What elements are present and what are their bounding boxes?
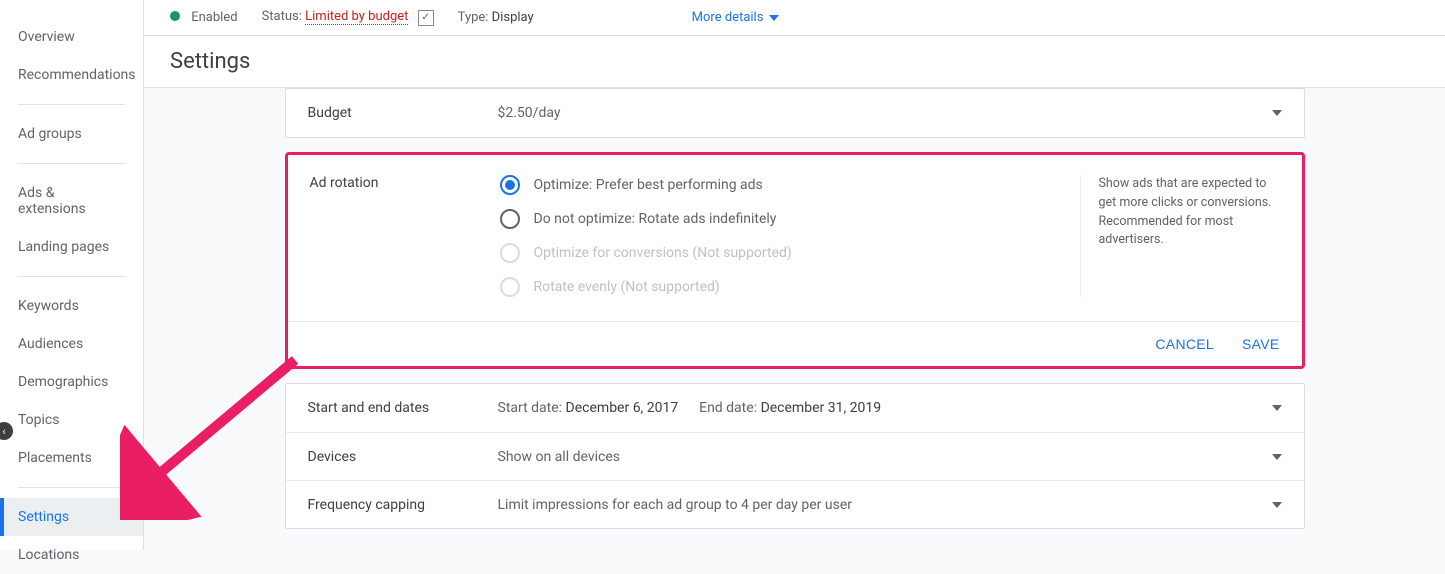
- chevron-down-icon: [769, 15, 779, 21]
- sidebar-item-overview[interactable]: Overview: [0, 18, 143, 56]
- status-enabled[interactable]: Enabled: [170, 10, 238, 25]
- ad-rotation-help: Show ads that are expected to get more c…: [1080, 175, 1280, 297]
- sidebar-item-locations[interactable]: Locations: [0, 536, 143, 574]
- end-date-label: End date:: [699, 400, 757, 416]
- sidebar-item-landing-pages[interactable]: Landing pages: [0, 228, 143, 266]
- more-details-label: More details: [692, 10, 764, 25]
- sidebar-item-keywords[interactable]: Keywords: [0, 287, 143, 325]
- sidebar-separator: [18, 163, 125, 164]
- ad-rotation-help-text: Show ads that are expected to get more c…: [1099, 176, 1272, 247]
- ad-rotation-title: Ad rotation: [310, 175, 500, 297]
- additional-settings-panel: Start and end dates Start date: December…: [285, 383, 1305, 529]
- budget-panel[interactable]: Budget $2.50/day: [285, 88, 1305, 138]
- page-title-text: Settings: [170, 49, 250, 74]
- save-button[interactable]: SAVE: [1242, 336, 1280, 352]
- dates-title: Start and end dates: [308, 400, 498, 416]
- start-date-label: Start date:: [498, 400, 563, 416]
- sidebar-item-audiences[interactable]: Audiences: [0, 325, 143, 363]
- chevron-down-icon: [1272, 405, 1282, 411]
- enabled-dot-icon: [170, 11, 180, 21]
- chevron-down-icon: [1272, 454, 1282, 460]
- chevron-down-icon: [1272, 502, 1282, 508]
- sidebar-separator: [18, 487, 125, 488]
- frequency-value: Limit impressions for each ad group to 4…: [498, 497, 1282, 513]
- content-area: Budget $2.50/day Ad rotation Optimize: P…: [144, 88, 1445, 550]
- option-do-not-optimize[interactable]: Do not optimize: Rotate ads indefinitely: [500, 209, 1080, 229]
- budget-title: Budget: [308, 105, 498, 121]
- status-value[interactable]: Limited by budget: [305, 9, 408, 25]
- enabled-label: Enabled: [191, 10, 237, 25]
- option-rotate-evenly: Rotate evenly (Not supported): [500, 277, 1080, 297]
- sidebar-separator: [18, 276, 125, 277]
- sidebar-item-placements[interactable]: Placements: [0, 439, 143, 477]
- type-value: Display: [492, 10, 534, 25]
- type-label: Type:: [458, 10, 489, 25]
- option-label: Rotate evenly (Not supported): [534, 279, 720, 295]
- sidebar-item-ad-groups[interactable]: Ad groups: [0, 115, 143, 153]
- ad-rotation-options: Optimize: Prefer best performing ads Do …: [500, 175, 1080, 297]
- radio-icon: [500, 209, 520, 229]
- end-date-value: December 31, 2019: [761, 400, 882, 416]
- option-label: Do not optimize: Rotate ads indefinitely: [534, 211, 777, 227]
- option-optimize[interactable]: Optimize: Prefer best performing ads: [500, 175, 1080, 195]
- radio-icon: [500, 243, 520, 263]
- cancel-button[interactable]: CANCEL: [1155, 336, 1214, 352]
- dates-value: Start date: December 6, 2017 End date: D…: [498, 400, 1282, 416]
- type-field: Type: Display: [458, 10, 534, 25]
- frequency-title: Frequency capping: [308, 497, 498, 513]
- devices-value: Show on all devices: [498, 449, 1282, 465]
- ad-rotation-panel: Ad rotation Optimize: Prefer best perfor…: [285, 152, 1305, 369]
- chevron-down-icon: [1272, 110, 1282, 116]
- sidebar: Overview Recommendations Ad groups Ads &…: [0, 0, 144, 550]
- sidebar-separator: [18, 104, 125, 105]
- devices-title: Devices: [308, 449, 498, 465]
- sidebar-item-recommendations[interactable]: Recommendations: [0, 56, 143, 94]
- campaign-status-bar: Enabled Status: Limited by budget ✓ Type…: [144, 0, 1445, 36]
- chart-icon[interactable]: ✓: [418, 10, 434, 26]
- radio-icon: [500, 175, 520, 195]
- status-label: Status:: [262, 9, 302, 24]
- sidebar-item-demographics[interactable]: Demographics: [0, 363, 143, 401]
- start-date-value: December 6, 2017: [566, 400, 679, 416]
- dates-row[interactable]: Start and end dates Start date: December…: [286, 384, 1304, 432]
- option-label: Optimize: Prefer best performing ads: [534, 177, 763, 193]
- budget-value: $2.50/day: [498, 105, 1282, 121]
- devices-row[interactable]: Devices Show on all devices: [286, 432, 1304, 480]
- more-details-link[interactable]: More details: [692, 10, 780, 25]
- radio-icon: [500, 277, 520, 297]
- sidebar-item-topics[interactable]: Topics: [0, 401, 143, 439]
- ad-rotation-actions: CANCEL SAVE: [288, 321, 1302, 366]
- page-title: Settings: [144, 36, 1445, 88]
- sidebar-item-ads-extensions[interactable]: Ads & extensions: [0, 174, 143, 228]
- option-optimize-conversions: Optimize for conversions (Not supported): [500, 243, 1080, 263]
- frequency-capping-row[interactable]: Frequency capping Limit impressions for …: [286, 480, 1304, 528]
- sidebar-item-settings[interactable]: Settings: [0, 498, 143, 536]
- option-label: Optimize for conversions (Not supported): [534, 245, 792, 261]
- status-field: Status: Limited by budget ✓: [262, 9, 434, 26]
